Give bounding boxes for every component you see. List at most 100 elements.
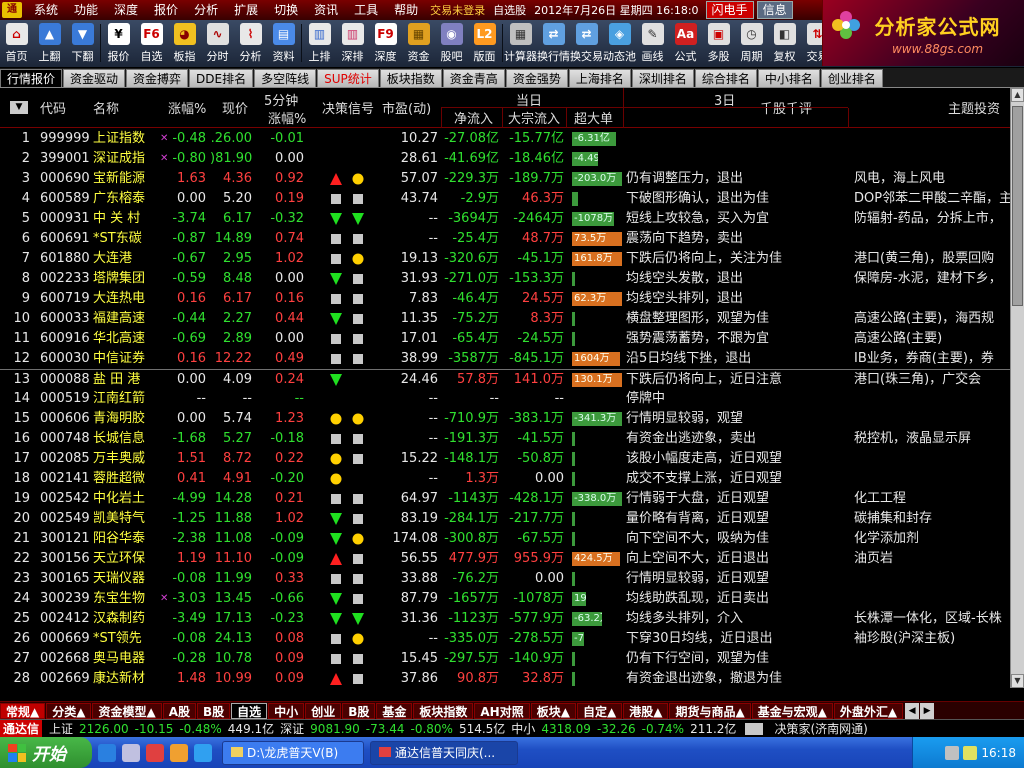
table-row[interactable]: 24 300239 东宝生物 ✕ -3.03 13.45 -0.66 87.79 -1657万 -… <box>0 589 1010 609</box>
tab-5[interactable]: SUP统计 <box>317 69 379 87</box>
toolbar-button-9[interactable]: ▤ 资料 <box>267 19 300 67</box>
toolbar-button-2[interactable]: ▼ 下翻 <box>66 19 99 67</box>
col-theme[interactable]: 主题投资 <box>948 98 1000 117</box>
col-block[interactable]: 大宗流入 <box>508 108 560 127</box>
table-row[interactable]: 14 000519 江南红箭 -- -- -- -- -- -- 停牌中 <box>0 389 1010 409</box>
stock-name[interactable]: 上证指数 <box>93 129 155 149</box>
table-row[interactable]: 12 600030 中信证券 0.16 12.22 0.49 38.99 -3587万 -845… <box>0 349 1010 369</box>
tab-9[interactable]: 上海排名 <box>568 69 631 87</box>
table-row[interactable]: 3 000690 宝新能源 1.63 4.36 0.92 57.07 -229.3万 -189.… <box>0 169 1010 189</box>
col-signal[interactable]: 决策信号 <box>322 98 374 117</box>
table-row[interactable]: 17 002085 万丰奥威 1.51 8.72 0.22 15.22 -148.1万 -50.… <box>0 449 1010 469</box>
table-row[interactable]: 22 300156 天立环保 1.19 11.10 -0.09 56.55 477.9万 955… <box>0 549 1010 569</box>
bottom-tab-16[interactable]: 基金与宏观▲ <box>751 702 833 719</box>
menu-item-2[interactable]: 深度 <box>106 0 146 20</box>
bottom-tab-3[interactable]: A股 <box>162 702 196 719</box>
toolbar-button-19[interactable]: ⇄ 换行情 <box>537 19 570 67</box>
stock-name[interactable]: 华北高速 <box>93 329 155 349</box>
table-row[interactable]: 21 300121 阳谷华泰 -2.38 11.08 -0.09 174.08 -300.8万… <box>0 529 1010 549</box>
menu-item-8[interactable]: 工具 <box>346 0 386 20</box>
table-row[interactable]: 5 000931 中 关 村 -3.74 6.17 -0.32 -- -3694万 -2464万… <box>0 209 1010 229</box>
table-row[interactable]: 20 002549 凯美特气 -1.25 11.88 1.02 83.19 -284.1万 -2… <box>0 509 1010 529</box>
toolbar-button-5[interactable]: F6 自选 <box>135 19 168 67</box>
menu-item-0[interactable]: 系统 <box>26 0 66 20</box>
bottom-tab-14[interactable]: 港股▲ <box>623 702 669 719</box>
tab-10[interactable]: 深圳排名 <box>631 69 694 87</box>
toolbar-button-7[interactable]: ∿ 分时 <box>201 19 234 67</box>
stock-name[interactable]: 深证成指 <box>93 149 155 169</box>
table-row[interactable]: 11 600916 华北高速 -0.69 2.89 0.00 17.01 -65.4万 -24.… <box>0 329 1010 349</box>
tab-3[interactable]: DDE排名 <box>189 69 254 87</box>
stock-name[interactable]: 盐 田 港 <box>93 370 155 390</box>
stock-name[interactable]: 中化岩土 <box>93 489 155 509</box>
network-icon[interactable] <box>945 745 960 760</box>
stock-name[interactable]: *ST东碳 <box>93 229 155 249</box>
scroll-thumb[interactable] <box>1012 106 1023 306</box>
toolbar-button-8[interactable]: ⌇ 分析 <box>234 19 267 67</box>
table-row[interactable]: 16 000748 长城信息 -1.68 5.27 -0.18 -- -191.3万 -41.5… <box>0 429 1010 449</box>
stock-name[interactable]: 天立环保 <box>93 549 155 569</box>
stock-name[interactable]: 奥马电器 <box>93 649 155 669</box>
table-row[interactable]: 28 002669 康达新材 1.48 10.99 0.09 37.86 90.8万 32.8万… <box>0 669 1010 689</box>
bottom-tab-8[interactable]: B股 <box>342 702 376 719</box>
tab-8[interactable]: 资金强势 <box>505 69 568 87</box>
tab-7[interactable]: 资金青高 <box>442 69 505 87</box>
bottom-tab-13[interactable]: 自定▲ <box>576 702 623 719</box>
stock-name[interactable]: 阳谷华泰 <box>93 529 155 549</box>
toolbar-button-13[interactable]: F9 深度 <box>369 19 402 67</box>
toolbar-button-26[interactable]: ◧ 复权 <box>768 19 801 67</box>
menu-item-6[interactable]: 切换 <box>266 0 306 20</box>
stock-name[interactable]: 蓉胜超微 <box>93 469 155 489</box>
table-row[interactable]: 15 000606 青海明胶 0.00 5.74 1.23 -- -710.9万 -383.1万… <box>0 409 1010 429</box>
table-row[interactable]: 27 002668 奥马电器 -0.28 10.78 0.09 15.45 -297.5万 -1… <box>0 649 1010 669</box>
flash-trade-button[interactable]: 闪电手 <box>705 1 754 19</box>
app-shortcut-icon[interactable] <box>170 743 188 762</box>
tab-4[interactable]: 多空阵线 <box>254 69 317 87</box>
toolbar-button-11[interactable]: ▥ 上排 <box>303 19 336 67</box>
app-icon[interactable]: 通 <box>2 2 22 18</box>
table-row[interactable]: 10 600033 福建高速 -0.44 2.27 0.44 11.35 -75.2万 8.3万… <box>0 309 1010 329</box>
stock-name[interactable]: *ST领先 <box>93 629 155 649</box>
desktop-icon[interactable] <box>122 743 140 762</box>
table-row[interactable]: 23 300165 天瑞仪器 -0.08 11.99 0.33 33.88 -76.2万 0.0… <box>0 569 1010 589</box>
col-price[interactable]: 现价 <box>222 98 248 117</box>
tab-scroll-right-icon[interactable]: ▶ <box>920 702 935 719</box>
tab-0[interactable]: 行情报价 <box>0 69 63 87</box>
table-row[interactable]: 4 600589 广东榕泰 0.00 5.20 0.19 43.74 -2.9万 46.3万 下破… <box>0 189 1010 209</box>
stock-name[interactable]: 福建高速 <box>93 309 155 329</box>
start-button[interactable]: 开始 <box>0 737 92 768</box>
table-row[interactable]: 25 002412 汉森制药 -3.49 17.13 -0.23 31.36 -1123万 -5… <box>0 609 1010 629</box>
stock-name[interactable]: 中信证券 <box>93 349 155 369</box>
scroll-down-icon[interactable]: ▼ <box>1011 674 1024 688</box>
vertical-scrollbar[interactable]: ▲ ▼ <box>1010 88 1024 688</box>
stock-name[interactable]: 青海明胶 <box>93 409 155 429</box>
stock-name[interactable]: 康达新材 <box>93 669 155 689</box>
table-row[interactable]: 18 002141 蓉胜超微 0.41 4.91 -0.20 -- 1.3万 0.00 成交不支撑… <box>0 469 1010 489</box>
toolbar-button-1[interactable]: ▲ 上翻 <box>33 19 66 67</box>
app-shortcut-icon[interactable] <box>194 743 212 762</box>
tab-6[interactable]: 板块指数 <box>379 69 442 87</box>
toolbar-button-15[interactable]: ◉ 股吧 <box>435 19 468 67</box>
bottom-tab-6[interactable]: 中小 <box>268 702 305 719</box>
table-row[interactable]: 2 399001 深证成指 ✕ -0.80)81.90 0.00 28.61 -41.69亿 -… <box>0 149 1010 169</box>
bottom-tab-2[interactable]: 资金模型▲ <box>92 702 162 719</box>
stock-name[interactable]: 汉森制药 <box>93 609 155 629</box>
menu-item-3[interactable]: 报价 <box>146 0 186 20</box>
menu-item-5[interactable]: 扩展 <box>226 0 266 20</box>
stock-name[interactable]: 江南红箭 <box>93 389 155 409</box>
stock-name[interactable]: 宝新能源 <box>93 169 155 189</box>
col-pe[interactable]: 市盈(动) <box>382 98 431 117</box>
menu-item-7[interactable]: 资讯 <box>306 0 346 20</box>
stock-name[interactable]: 万丰奥威 <box>93 449 155 469</box>
ie-icon[interactable] <box>98 743 116 762</box>
table-row[interactable]: 19 002542 中化岩土 -4.99 14.28 0.21 64.97 -1143万 -42… <box>0 489 1010 509</box>
table-row[interactable]: 9 600719 大连热电 0.16 6.17 0.16 7.83 -46.4万 24.5万 62… <box>0 289 1010 309</box>
toolbar-button-14[interactable]: ▦ 资金 <box>402 19 435 67</box>
toolbar-button-21[interactable]: ◈ 动态池 <box>603 19 636 67</box>
bottom-tab-5[interactable]: 自选 <box>231 702 268 719</box>
info-button[interactable]: 信息 <box>756 1 793 19</box>
task-tdx[interactable]: 通达信普天同庆(... <box>370 740 518 765</box>
col-pct[interactable]: 涨幅% <box>168 98 206 117</box>
table-row[interactable]: 13 000088 盐 田 港 0.00 4.09 0.24 24.46 57.8万 141.0… <box>0 369 1010 389</box>
toolbar-button-4[interactable]: ¥ 报价 <box>102 19 135 67</box>
